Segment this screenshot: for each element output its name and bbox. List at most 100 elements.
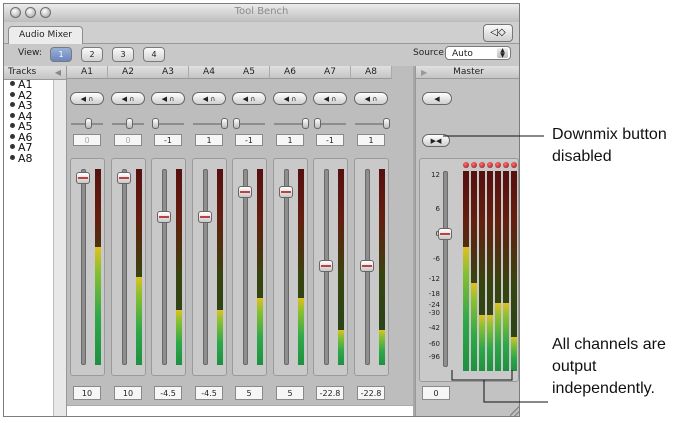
master-level-meter [511,171,517,371]
mute-solo-button[interactable]: ◀ ∩ [151,92,185,105]
meter-level-fill [298,298,304,365]
fader-panel [151,158,186,376]
source-select[interactable]: Auto ▲ ▼ [445,46,511,60]
expand-right-icon[interactable]: ▶ [421,66,427,79]
meter-level-fill [503,303,509,371]
mute-solo-button[interactable]: ◀ ∩ [313,92,347,105]
volume-value-field[interactable]: -4.5 [154,386,182,400]
fader-slot[interactable] [122,169,127,365]
volume-fader-knob[interactable] [117,172,131,184]
view-button-1[interactable]: 1 [50,47,72,62]
clip-indicator[interactable] [503,162,509,168]
volume-fader-knob[interactable] [76,172,90,184]
master-mute-button[interactable]: ◀ [422,92,452,105]
pan-slider-knob[interactable] [152,118,159,129]
volume-value-field[interactable]: -22.8 [357,386,385,400]
view-button-3[interactable]: 3 [112,47,134,62]
view-label: View: [18,48,42,58]
clip-indicator[interactable] [495,162,501,168]
pan-value-field[interactable]: -1 [316,134,344,146]
title-bar[interactable]: Tool Bench [4,4,519,23]
clip-indicator[interactable] [519,162,520,168]
pan-slider-knob[interactable] [85,118,92,129]
source-label: Source: [413,48,447,58]
master-level-meter [519,171,520,371]
channel-header: A2 [108,66,149,79]
downmix-button[interactable]: ▶◀ [422,134,450,147]
volume-fader-knob[interactable] [360,260,374,272]
pan-value-field[interactable]: 1 [357,134,385,146]
volume-fader-knob[interactable] [238,186,252,198]
view-button-4[interactable]: 4 [143,47,165,62]
pan-slider-knob[interactable] [383,118,390,129]
pan-value-field[interactable]: 1 [276,134,304,146]
scale-label: -60 [428,340,440,348]
horizontal-scrollbar[interactable] [67,405,413,416]
scale-label: -24 [428,301,440,309]
resize-grip[interactable] [510,406,519,416]
master-fader-slot[interactable] [443,171,448,367]
pan-slider-knob[interactable] [302,118,309,129]
meter-level-fill [487,315,493,371]
pan-slider-knob[interactable] [233,118,240,129]
mute-solo-button[interactable]: ◀ ∩ [273,92,307,105]
meter-level-fill [379,329,385,365]
pan-value-field[interactable]: 0 [114,134,142,146]
volume-value-field[interactable]: 5 [276,386,304,400]
channel-header: A1 [67,66,108,79]
volume-value-field[interactable]: -22.8 [316,386,344,400]
meter-level-fill [479,315,485,371]
fader-slot[interactable] [162,169,167,365]
headphones-icon: ∩ [210,95,216,103]
volume-fader-knob[interactable] [319,260,333,272]
clip-indicator[interactable] [479,162,485,168]
clip-indicator[interactable] [471,162,477,168]
pan-value-field[interactable]: 1 [195,134,223,146]
level-meter [379,169,385,365]
fader-slot[interactable] [284,169,289,365]
level-meter [136,169,142,365]
collapse-left-icon[interactable]: ◀ [55,66,61,79]
clip-indicator[interactable] [487,162,493,168]
volume-fader-knob[interactable] [279,186,293,198]
channels-annotation-line3: independently. [552,380,655,397]
tab-strip: Audio Mixer ◁◇ [4,22,519,44]
mute-solo-button[interactable]: ◀ ∩ [111,92,145,105]
tab-audio-mixer[interactable]: Audio Mixer [8,26,83,44]
fader-slot[interactable] [243,169,248,365]
level-meter [338,169,344,365]
track-item-label: A8 [18,151,33,165]
master-fader-panel: 12 6 0 -6 -12 -18 -24-30 -42 -60 -96 [419,158,519,382]
fader-slot[interactable] [81,169,86,365]
volume-fader-knob[interactable] [198,211,212,223]
pan-value-field[interactable]: 0 [73,134,101,146]
pan-value-field[interactable]: -1 [235,134,263,146]
pan-slider-knob[interactable] [314,118,321,129]
volume-value-field[interactable]: 10 [114,386,142,400]
volume-value-field[interactable]: 10 [73,386,101,400]
pan-slider-knob[interactable] [221,118,228,129]
mute-solo-button[interactable]: ◀ ∩ [232,92,266,105]
scale-label: -12 [428,275,440,283]
master-fader-knob[interactable] [438,228,452,240]
clip-indicator[interactable] [511,162,517,168]
volume-value-field[interactable]: -4.5 [195,386,223,400]
mute-solo-button[interactable]: ◀ ∩ [70,92,104,105]
level-meter [95,169,101,365]
channel-header: A3 [148,66,189,79]
fader-slot[interactable] [203,169,208,365]
volume-value-field[interactable]: 5 [235,386,263,400]
track-dot-icon [10,144,15,149]
master-volume-field[interactable]: 0 [422,386,450,400]
mute-solo-button[interactable]: ◀ ∩ [192,92,226,105]
tracks-header-label: Tracks [8,67,37,77]
view-button-2[interactable]: 2 [81,47,103,62]
tracks-scrollbar[interactable] [53,80,66,416]
speaker-mode-button[interactable]: ◁◇ [483,24,513,42]
pan-value-field[interactable]: -1 [154,134,182,146]
mute-solo-button[interactable]: ◀ ∩ [354,92,388,105]
volume-fader-knob[interactable] [157,211,171,223]
scale-label: -18 [428,290,440,298]
pan-slider-knob[interactable] [126,118,133,129]
clip-indicator[interactable] [463,162,469,168]
